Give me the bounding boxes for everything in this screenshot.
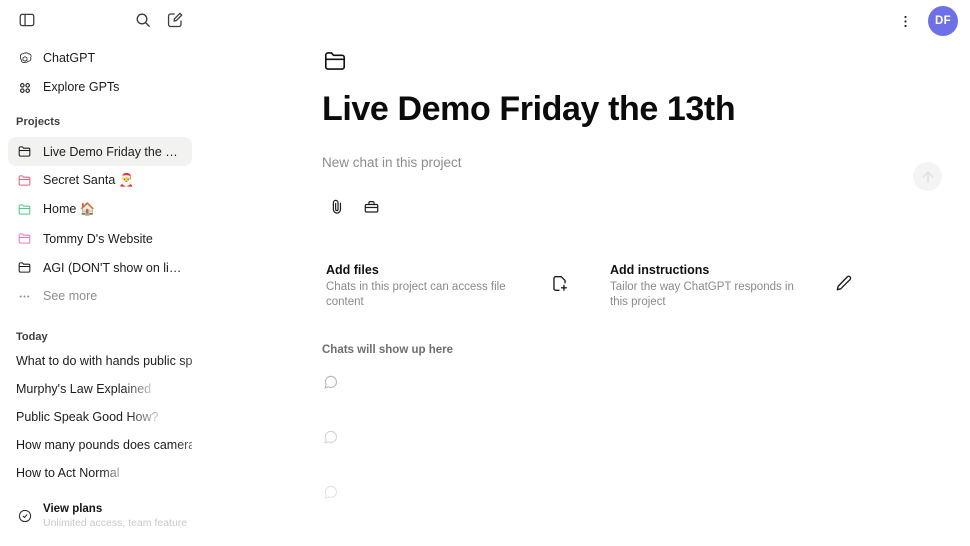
file-plus-icon: [550, 274, 570, 294]
see-more-label: See more: [43, 289, 98, 303]
view-plans-subtitle: Unlimited access, team feature...: [43, 517, 188, 529]
projects-list: Live Demo Friday the 13th Secret Santa 🎅: [0, 133, 200, 311]
projects-section-header: Projects: [16, 116, 61, 128]
project-item-label: Live Demo Friday the 13th: [43, 144, 184, 159]
new-chat-pencil-icon: [166, 11, 184, 29]
chat-placeholder-row: [322, 484, 960, 539]
toggle-sidebar-button[interactable]: [12, 5, 42, 35]
history-item-label: How to Act Normal: [16, 466, 120, 480]
chat-placeholder-row: [322, 429, 960, 484]
sidebar-header: [0, 0, 200, 40]
chats-empty-label: Chats will show up here: [322, 344, 453, 357]
main-content: DF Live Demo Friday the 13th New chat in…: [200, 0, 970, 546]
composer-placeholder: New chat in this project: [322, 155, 462, 171]
sidebar-item-label: Explore GPTs: [43, 80, 120, 94]
project-folder-icon: [322, 48, 348, 74]
send-button[interactable]: [913, 162, 942, 192]
sidebar-primary-nav: ChatGPT Explore GPTs: [0, 40, 200, 102]
chat-placeholder-row: [322, 374, 960, 429]
chat-composer[interactable]: New chat in this project: [322, 154, 942, 220]
chatgpt-project-page: ChatGPT Explore GPTs Projects Live Demo …: [0, 0, 970, 546]
add-instructions-subtitle: Tailor the way ChatGPT responds in this …: [610, 281, 794, 309]
project-item-live-demo-friday-the-13th[interactable]: Live Demo Friday the 13th: [8, 137, 192, 166]
view-plans-button[interactable]: View plans Unlimited access, team featur…: [8, 496, 192, 536]
arrow-up-circle-icon: [918, 167, 938, 187]
history-section-header: Today: [16, 331, 48, 343]
sidebar: ChatGPT Explore GPTs Projects Live Demo …: [0, 0, 200, 546]
composer-toolbar: [322, 192, 852, 220]
see-more-projects-button[interactable]: See more: [8, 282, 192, 311]
main-topbar: DF: [892, 6, 958, 36]
ellipsis-horizontal-icon: [16, 288, 33, 305]
folder-icon: [16, 143, 33, 160]
tools-button[interactable]: [357, 192, 385, 220]
chat-bubble-icon: [322, 484, 340, 502]
folder-icon: [16, 201, 33, 218]
project-item-secret-santa[interactable]: Secret Santa 🎅: [8, 166, 192, 195]
add-files-card[interactable]: Add files Chats in this project can acce…: [322, 256, 578, 316]
page-title: Live Demo Friday the 13th: [322, 90, 736, 128]
project-item-label: Home 🏠: [43, 202, 96, 216]
chat-placeholder-list: [322, 374, 960, 539]
add-files-subtitle: Chats in this project can access file co…: [326, 281, 506, 309]
sidebar-item-chatgpt[interactable]: ChatGPT: [8, 44, 192, 73]
sidebar-header-actions: [128, 5, 190, 35]
history-item-label: How many pounds does camera add: [16, 438, 192, 452]
chat-history-list: What to do with hands public speaking Mu…: [0, 347, 200, 487]
history-item[interactable]: How many pounds does camera add: [8, 431, 192, 459]
history-item-label: Murphy's Law Explained: [16, 382, 152, 396]
project-view: Live Demo Friday the 13th New chat in th…: [200, 0, 960, 539]
folder-icon: [16, 172, 33, 189]
project-item-label: Tommy D's Website: [43, 231, 153, 246]
paperclip-icon: [328, 198, 345, 215]
attach-file-button[interactable]: [322, 192, 350, 220]
add-instructions-title: Add instructions: [610, 263, 710, 278]
view-plans-title: View plans: [43, 503, 103, 515]
search-button[interactable]: [128, 5, 158, 35]
sidebar-item-label: ChatGPT: [43, 51, 96, 65]
avatar[interactable]: DF: [928, 6, 958, 36]
history-item-label: What to do with hands public speaking: [16, 354, 192, 368]
add-instructions-text: Add instructions Tailor the way ChatGPT …: [610, 262, 796, 310]
folder-icon: [16, 230, 33, 247]
add-files-title: Add files: [326, 263, 379, 278]
sidebar-toggle-icon: [18, 11, 36, 29]
project-item-agi[interactable]: AGI (DON'T show on live...: [8, 253, 192, 282]
project-item-home[interactable]: Home 🏠: [8, 195, 192, 224]
project-action-cards: Add files Chats in this project can acce…: [322, 256, 882, 316]
search-icon: [134, 11, 152, 29]
chatgpt-logo-icon: [16, 50, 33, 67]
ellipsis-vertical-icon: [897, 13, 914, 30]
view-plans-text: View plans Unlimited access, team featur…: [43, 502, 188, 530]
toolbox-icon: [363, 198, 380, 215]
project-options-button[interactable]: [892, 8, 918, 34]
folder-icon: [16, 259, 33, 276]
upgrade-badge-icon: [16, 508, 33, 525]
add-files-text: Add files Chats in this project can acce…: [326, 262, 512, 310]
sidebar-item-explore-gpts[interactable]: Explore GPTs: [8, 73, 192, 102]
new-chat-button[interactable]: [160, 5, 190, 35]
chat-bubble-icon: [322, 374, 340, 392]
history-item-label: Public Speak Good How?: [16, 410, 159, 424]
history-item[interactable]: Murphy's Law Explained: [8, 375, 192, 403]
add-instructions-card[interactable]: Add instructions Tailor the way ChatGPT …: [606, 256, 862, 316]
history-item[interactable]: How to Act Normal: [8, 459, 192, 487]
project-item-tommy-ds-website[interactable]: Tommy D's Website: [8, 224, 192, 253]
project-item-label: Secret Santa 🎅: [43, 173, 135, 187]
grid-dots-icon: [16, 79, 33, 96]
chat-bubble-icon: [322, 429, 340, 447]
project-item-label: AGI (DON'T show on live...: [43, 260, 184, 275]
history-item[interactable]: What to do with hands public speaking: [8, 347, 192, 375]
pencil-icon: [834, 274, 854, 294]
history-item[interactable]: Public Speak Good How?: [8, 403, 192, 431]
